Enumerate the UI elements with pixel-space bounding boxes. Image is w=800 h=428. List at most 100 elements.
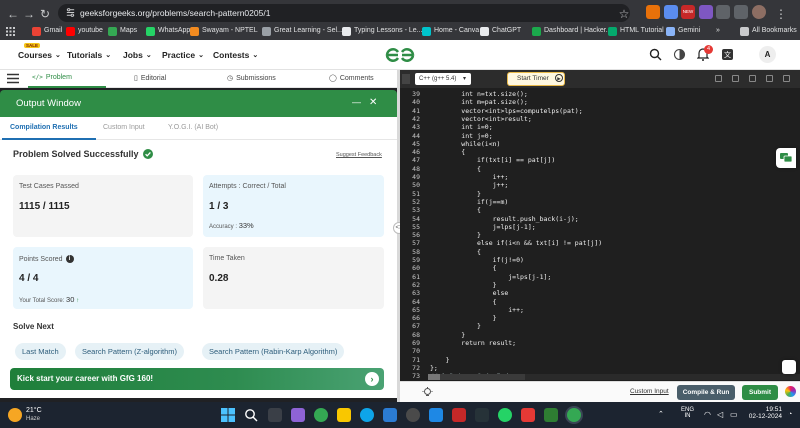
suggestion-chip[interactable]: Search Pattern (Z-algorithm)	[75, 343, 185, 360]
nav-menu-tutorials[interactable]: Tutorials ⌄	[67, 50, 111, 60]
windows-start-icon[interactable]	[221, 408, 235, 422]
profile-avatar-icon[interactable]	[752, 5, 766, 19]
bookmark-item[interactable]: Home - Canva	[422, 25, 479, 37]
puzzle-icon[interactable]	[716, 5, 730, 19]
file-explorer-icon[interactable]	[337, 408, 351, 422]
site-info-icon[interactable]	[65, 7, 76, 18]
clock[interactable]: 19:51 02-12-2024	[748, 406, 782, 420]
forward-icon[interactable]: →	[22, 7, 36, 21]
tab-yogi-ai-bot[interactable]: Y.O.G.I. (AI Bot)	[168, 124, 218, 131]
language-indicator[interactable]: ENG IN	[681, 407, 694, 419]
wifi-icon[interactable]: ◠	[704, 410, 711, 419]
nav-menu-contests[interactable]: Contests ⌄	[213, 50, 258, 60]
suggest-feedback-link[interactable]: Suggest Feedback	[336, 152, 382, 158]
nav-menu-practice[interactable]: Practice ⌄	[162, 50, 204, 60]
folder-icon	[740, 26, 749, 36]
weather-temp[interactable]: 21°C	[26, 407, 42, 414]
code-editor[interactable]: int n=txt.size(); int m=pat.size(); vect…	[424, 88, 800, 381]
ai-assistant-icon[interactable]	[785, 386, 796, 397]
suggestion-chip[interactable]: Search Pattern (Rabin-Karp Algorithm)	[202, 343, 345, 360]
chat-button[interactable]	[776, 148, 796, 168]
reload-icon[interactable]: ↻	[38, 7, 52, 21]
info-icon[interactable]: i	[65, 255, 74, 263]
bookmark-item[interactable]: Great Learning - Sel...	[262, 25, 343, 37]
tab-problem[interactable]: </> Problem	[32, 74, 72, 81]
language-select[interactable]: C++ (g++ 5.4) ▾	[415, 73, 471, 85]
fullscreen-icon[interactable]	[766, 75, 773, 82]
suggestion-chip[interactable]: Last Match	[15, 343, 66, 360]
new-badge[interactable]: NEW	[681, 5, 695, 19]
career-banner[interactable]: Kick start your career with GfG 160! ›	[10, 368, 384, 390]
tab-comments[interactable]: ◯ Comments	[329, 74, 374, 83]
lightbulb-icon[interactable]	[422, 387, 433, 398]
apps-icon[interactable]	[6, 25, 15, 37]
custom-input-link[interactable]: Custom Input	[630, 388, 669, 395]
settings-gear-icon[interactable]	[406, 408, 420, 422]
app-icon[interactable]	[544, 408, 558, 422]
volume-icon[interactable]: ◁	[717, 410, 723, 419]
all-bookmarks[interactable]: All Bookmarks	[740, 25, 797, 37]
menu-kebab-icon[interactable]: ⋮	[774, 7, 788, 21]
nav-menu-courses[interactable]: Courses ⌄	[18, 50, 61, 60]
chrome-icon[interactable]	[314, 408, 328, 422]
tab-editorial[interactable]: ▯ Editorial	[134, 74, 166, 83]
extension-icon[interactable]	[664, 5, 678, 19]
tray-chevron-icon[interactable]: ⌃	[658, 410, 664, 418]
tab-compilation-results[interactable]: Compilation Results	[10, 124, 78, 131]
address-bar[interactable]: geeksforgeeks.org/problems/search-patter…	[58, 4, 630, 22]
hamburger-menu-icon[interactable]	[7, 73, 19, 84]
reset-icon[interactable]	[732, 75, 739, 82]
extension-icon[interactable]	[699, 5, 713, 19]
download-icon[interactable]	[734, 5, 748, 19]
store-icon[interactable]	[383, 408, 397, 422]
battery-icon[interactable]: ▭	[730, 410, 738, 419]
task-view-icon[interactable]	[268, 408, 282, 422]
app-icon[interactable]	[429, 408, 443, 422]
bookmark-item[interactable]: Gemini	[666, 25, 700, 37]
bookmark-item[interactable]: Maps	[108, 25, 137, 37]
app-icon[interactable]	[521, 408, 535, 422]
user-avatar[interactable]: A	[759, 46, 776, 63]
bookmarks-overflow[interactable]: »	[716, 25, 720, 37]
bookmark-item[interactable]: Dashboard | Hacker...	[532, 25, 612, 37]
bookmark-item[interactable]: WhatsApp	[146, 25, 190, 37]
scrollbar-thumb[interactable]	[428, 374, 440, 380]
whatsapp-icon[interactable]	[498, 408, 512, 422]
code-line: j++;	[430, 181, 509, 190]
bookmark-item[interactable]: Swayam - NPTEL	[190, 25, 258, 37]
search-icon[interactable]	[244, 408, 258, 422]
settings-icon[interactable]	[749, 75, 756, 82]
app-icon[interactable]	[452, 408, 466, 422]
close-button[interactable]: ✕	[369, 97, 377, 108]
expand-icon[interactable]	[783, 75, 790, 82]
app-icon[interactable]	[475, 408, 489, 422]
gfg-logo[interactable]	[384, 46, 416, 64]
tab-submissions[interactable]: ◷ Submissions	[227, 74, 276, 83]
copy-icon[interactable]	[715, 75, 722, 82]
bookmark-item[interactable]: Gmail	[32, 25, 62, 37]
copilot-icon[interactable]	[291, 408, 305, 422]
theme-toggle-icon[interactable]	[673, 48, 686, 61]
bookmark-item[interactable]: youtube	[66, 25, 103, 37]
start-timer-button[interactable]: Start Timer ▶	[507, 72, 565, 86]
bookmark-item[interactable]: Typing Lessons - Le...	[342, 25, 422, 37]
collapse-icon[interactable]	[402, 74, 410, 84]
feedback-icon[interactable]	[782, 360, 796, 374]
edge-icon[interactable]	[360, 408, 374, 422]
minimize-button[interactable]: —	[352, 97, 361, 107]
chrome-active-icon[interactable]	[567, 408, 581, 422]
bookmark-item[interactable]: HTML Tutorial	[608, 25, 664, 37]
compile-run-button[interactable]: Compile & Run	[677, 385, 735, 400]
bookmark-star-icon[interactable]: ☆	[617, 7, 631, 21]
submit-button[interactable]: Submit	[742, 385, 778, 400]
notification-bell-icon[interactable]: ◔	[788, 411, 792, 418]
search-icon[interactable]	[649, 48, 662, 61]
nav-menu-jobs[interactable]: Jobs ⌄	[123, 50, 152, 60]
code-line: }	[430, 330, 466, 339]
back-icon[interactable]: ←	[6, 7, 20, 21]
tab-custom-input[interactable]: Custom Input	[103, 124, 145, 131]
extension-icon[interactable]	[646, 5, 660, 19]
translate-icon[interactable]: 文	[721, 48, 734, 61]
chevron-right-icon[interactable]: ›	[365, 372, 379, 386]
bookmark-item[interactable]: ChatGPT	[480, 25, 521, 37]
